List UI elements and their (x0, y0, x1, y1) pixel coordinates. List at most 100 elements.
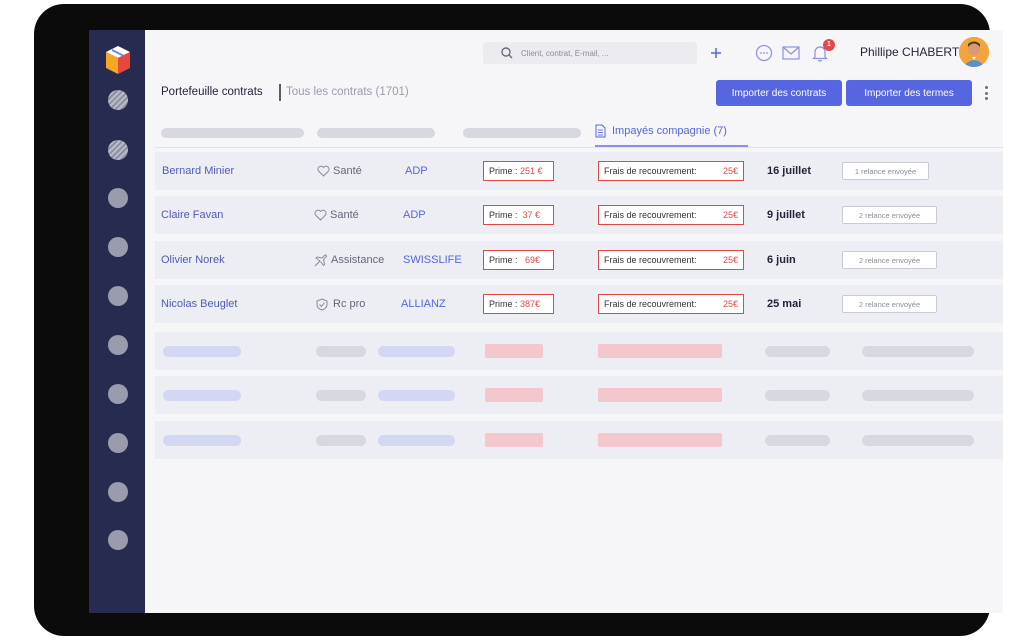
frais-label: Frais de recouvrement: (604, 166, 697, 176)
mail-icon (782, 46, 800, 60)
placeholder-bar (378, 435, 455, 446)
sidebar-item-2[interactable] (108, 140, 128, 160)
sidebar-item-9[interactable] (108, 482, 128, 502)
import-contracts-button[interactable]: Importer des contrats (716, 80, 842, 106)
frais-box: Frais de recouvrement: 25€ (598, 161, 744, 181)
placeholder-row (155, 332, 1003, 370)
placeholder-bar (163, 435, 241, 446)
company-name[interactable]: ADP (403, 196, 426, 234)
company-name[interactable]: ADP (405, 152, 428, 190)
sidebar-item-6[interactable] (108, 335, 128, 355)
add-button[interactable] (705, 42, 727, 64)
contract-type: Santé (314, 196, 359, 234)
placeholder-bar (485, 433, 543, 447)
tab-placeholder[interactable] (317, 128, 435, 138)
sidebar-item-3[interactable] (108, 188, 128, 208)
client-name[interactable]: Olivier Norek (161, 241, 225, 279)
placeholder-bar (598, 433, 722, 447)
contract-type-label: Rc pro (333, 298, 366, 310)
placeholder-bar (163, 390, 241, 401)
search-icon (501, 47, 513, 59)
mail-button[interactable] (780, 42, 802, 64)
due-date: 25 mai (767, 298, 802, 310)
placeholder-bar (485, 388, 543, 402)
sidebar-item-5[interactable] (108, 286, 128, 306)
placeholder-bar (598, 388, 722, 402)
prime-label: Prime : (489, 166, 518, 176)
prime-label: Prime : (489, 299, 518, 309)
sidebar (89, 30, 145, 613)
table-row[interactable]: Claire Favan Santé ADP Prime : 37 € Frai… (155, 196, 1003, 234)
relance-button[interactable]: 2 relance envoyée (842, 295, 937, 313)
relance-button[interactable]: 2 relance envoyée (842, 206, 937, 224)
due-date: 16 juillet (767, 165, 812, 177)
user-avatar-image (959, 37, 989, 67)
placeholder-bar (862, 435, 974, 446)
heart-icon (317, 165, 330, 177)
frais-label: Frais de recouvrement: (604, 210, 697, 220)
contract-type-label: Santé (330, 209, 359, 221)
table-row[interactable]: Nicolas Beuglet Rc pro ALLIANZ Prime : 3… (155, 285, 1003, 323)
prime-box: Prime : 69€ (483, 250, 554, 270)
tab-placeholder[interactable] (463, 128, 581, 138)
tab-impayes-compagnie[interactable]: Impayés compagnie (7) (595, 124, 727, 138)
app-screen: 1 Phillipe CHABERT Portefeuille contrats… (89, 30, 1003, 613)
sidebar-item-8[interactable] (108, 433, 128, 453)
relance-button[interactable]: 2 relance envoyée (842, 251, 937, 269)
placeholder-bar (378, 390, 455, 401)
notifications-button[interactable]: 1 (809, 39, 835, 64)
device-frame: 1 Phillipe CHABERT Portefeuille contrats… (34, 4, 1003, 636)
prime-box: Prime : 37 € (483, 205, 554, 225)
placeholder-bar (765, 435, 830, 446)
client-name[interactable]: Bernard Minier (162, 152, 234, 190)
frais-value: 25€ (722, 166, 738, 176)
search-input[interactable] (521, 48, 671, 58)
chat-button[interactable] (753, 42, 775, 64)
document-icon (595, 124, 606, 138)
prime-value: 37 € (522, 210, 541, 220)
sidebar-item-4[interactable] (108, 237, 128, 257)
due-date: 6 juin (767, 254, 796, 266)
main-content: 1 Phillipe CHABERT Portefeuille contrats… (145, 30, 1003, 613)
client-name[interactable]: Claire Favan (161, 196, 223, 234)
placeholder-bar (485, 344, 543, 358)
app-logo (106, 46, 130, 74)
table-row[interactable]: Olivier Norek Assistance SWISSLIFE Prime… (155, 241, 1003, 279)
shield-icon (316, 297, 328, 311)
placeholder-bar (598, 344, 722, 358)
contract-type: Rc pro (316, 285, 365, 323)
prime-box: Prime : 387€ (483, 294, 554, 314)
placeholder-bar (765, 390, 830, 401)
avatar[interactable] (959, 37, 989, 67)
more-options-icon[interactable] (983, 86, 989, 100)
search-bar[interactable] (483, 42, 697, 64)
relance-button[interactable]: 1 relance envoyée (842, 162, 929, 180)
contract-type-label: Assistance (331, 254, 385, 266)
placeholder-bar (765, 346, 830, 357)
placeholder-bar (316, 390, 366, 401)
chat-icon (755, 44, 773, 62)
heart-icon (314, 209, 327, 221)
sidebar-item-7[interactable] (108, 384, 128, 404)
company-name[interactable]: ALLIANZ (401, 285, 446, 323)
table-row[interactable]: Bernard Minier Santé ADP Prime : 251 € F… (155, 152, 1003, 190)
sidebar-item-10[interactable] (108, 530, 128, 550)
frais-label: Frais de recouvrement: (604, 299, 697, 309)
prime-label: Prime : (489, 210, 518, 220)
notification-badge: 1 (823, 39, 835, 51)
sidebar-item-1[interactable] (108, 90, 128, 110)
frais-box: Frais de recouvrement: 25€ (598, 205, 744, 225)
tabs-divider (155, 147, 1003, 148)
tab-placeholder[interactable] (161, 128, 304, 138)
import-terms-button[interactable]: Importer des termes (846, 80, 972, 106)
page-title: Portefeuille contrats (161, 86, 263, 98)
page-subtitle[interactable]: Tous les contrats (1701) (286, 86, 409, 98)
company-name[interactable]: SWISSLIFE (403, 241, 462, 279)
frais-value: 25€ (722, 299, 738, 309)
placeholder-bar (862, 390, 974, 401)
client-name[interactable]: Nicolas Beuglet (161, 285, 237, 323)
placeholder-bar (378, 346, 455, 357)
prime-value: 69€ (525, 255, 541, 265)
frais-box: Frais de recouvrement: 25€ (598, 250, 744, 270)
placeholder-bar (316, 435, 366, 446)
